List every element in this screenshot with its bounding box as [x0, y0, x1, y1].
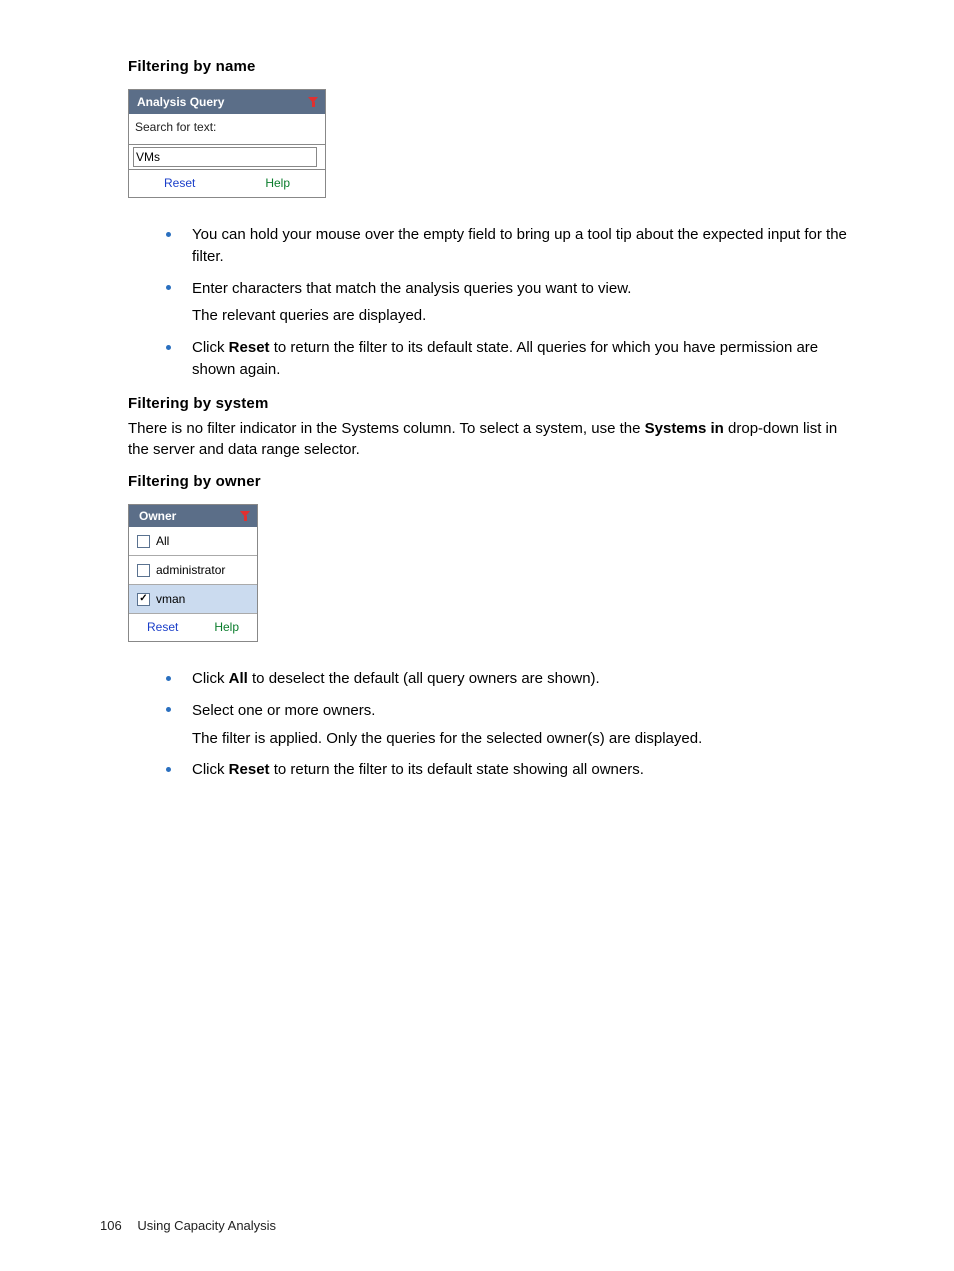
bullet-text: Select one or more owners.: [192, 702, 375, 719]
search-input[interactable]: [133, 147, 317, 167]
filter-icon[interactable]: [308, 97, 319, 108]
bullet-text: to deselect the default (all query owner…: [248, 670, 600, 687]
bullet-text: Click: [192, 670, 229, 687]
owner-label: vman: [156, 592, 185, 606]
filtering-by-name-bullets: You can hold your mouse over the empty f…: [128, 224, 856, 381]
chapter-title: Using Capacity Analysis: [137, 1218, 276, 1233]
para-text: There is no filter indicator in the Syst…: [128, 420, 645, 437]
heading-filtering-by-name: Filtering by name: [128, 58, 856, 75]
owner-row[interactable]: administrator: [129, 555, 257, 584]
checkbox[interactable]: [137, 535, 150, 548]
list-item: Select one or more owners. The filter is…: [166, 700, 856, 750]
bold-text: Reset: [229, 761, 270, 778]
analysis-query-header: Analysis Query: [129, 90, 325, 114]
checkbox[interactable]: [137, 564, 150, 577]
owner-label: All: [156, 534, 169, 548]
bullet-text: You can hold your mouse over the empty f…: [192, 226, 847, 265]
bullet-subtext: The filter is applied. Only the queries …: [192, 728, 856, 750]
owner-row[interactable]: vman: [129, 584, 257, 613]
owner-row[interactable]: All: [129, 527, 257, 555]
filtering-by-owner-bullets: Click All to deselect the default (all q…: [128, 668, 856, 781]
analysis-query-panel: Analysis Query Search for text: Reset He…: [128, 89, 326, 198]
analysis-query-title: Analysis Query: [137, 95, 224, 109]
list-item: You can hold your mouse over the empty f…: [166, 224, 856, 268]
owner-header: Owner: [129, 505, 257, 527]
owner-panel: Owner All administrator vman Reset Help: [128, 504, 258, 642]
list-item: Enter characters that match the analysis…: [166, 278, 856, 328]
bold-text: Reset: [229, 339, 270, 356]
checkbox[interactable]: [137, 593, 150, 606]
owner-label: administrator: [156, 563, 225, 577]
list-item: Click Reset to return the filter to its …: [166, 759, 856, 781]
page-number: 106: [100, 1218, 122, 1233]
owner-title: Owner: [139, 509, 176, 523]
bullet-text: Click: [192, 339, 229, 356]
list-item: Click Reset to return the filter to its …: [166, 337, 856, 381]
list-item: Click All to deselect the default (all q…: [166, 668, 856, 690]
bullet-text: to return the filter to its default stat…: [270, 761, 644, 778]
bullet-text: Click: [192, 761, 229, 778]
help-link[interactable]: Help: [214, 620, 239, 634]
search-for-text-label: Search for text:: [135, 120, 319, 134]
reset-link[interactable]: Reset: [147, 620, 178, 634]
bullet-text: to return the filter to its default stat…: [192, 339, 818, 378]
page-footer: 106 Using Capacity Analysis: [100, 1218, 276, 1233]
bullet-subtext: The relevant queries are displayed.: [192, 305, 856, 327]
filter-icon[interactable]: [240, 511, 251, 522]
bullet-text: Enter characters that match the analysis…: [192, 280, 631, 297]
filtering-by-system-paragraph: There is no filter indicator in the Syst…: [128, 418, 856, 462]
bold-text: All: [229, 670, 248, 687]
reset-link[interactable]: Reset: [164, 176, 195, 190]
heading-filtering-by-owner: Filtering by owner: [128, 473, 856, 490]
bold-text: Systems in: [645, 420, 724, 437]
heading-filtering-by-system: Filtering by system: [128, 395, 856, 412]
help-link[interactable]: Help: [265, 176, 290, 190]
